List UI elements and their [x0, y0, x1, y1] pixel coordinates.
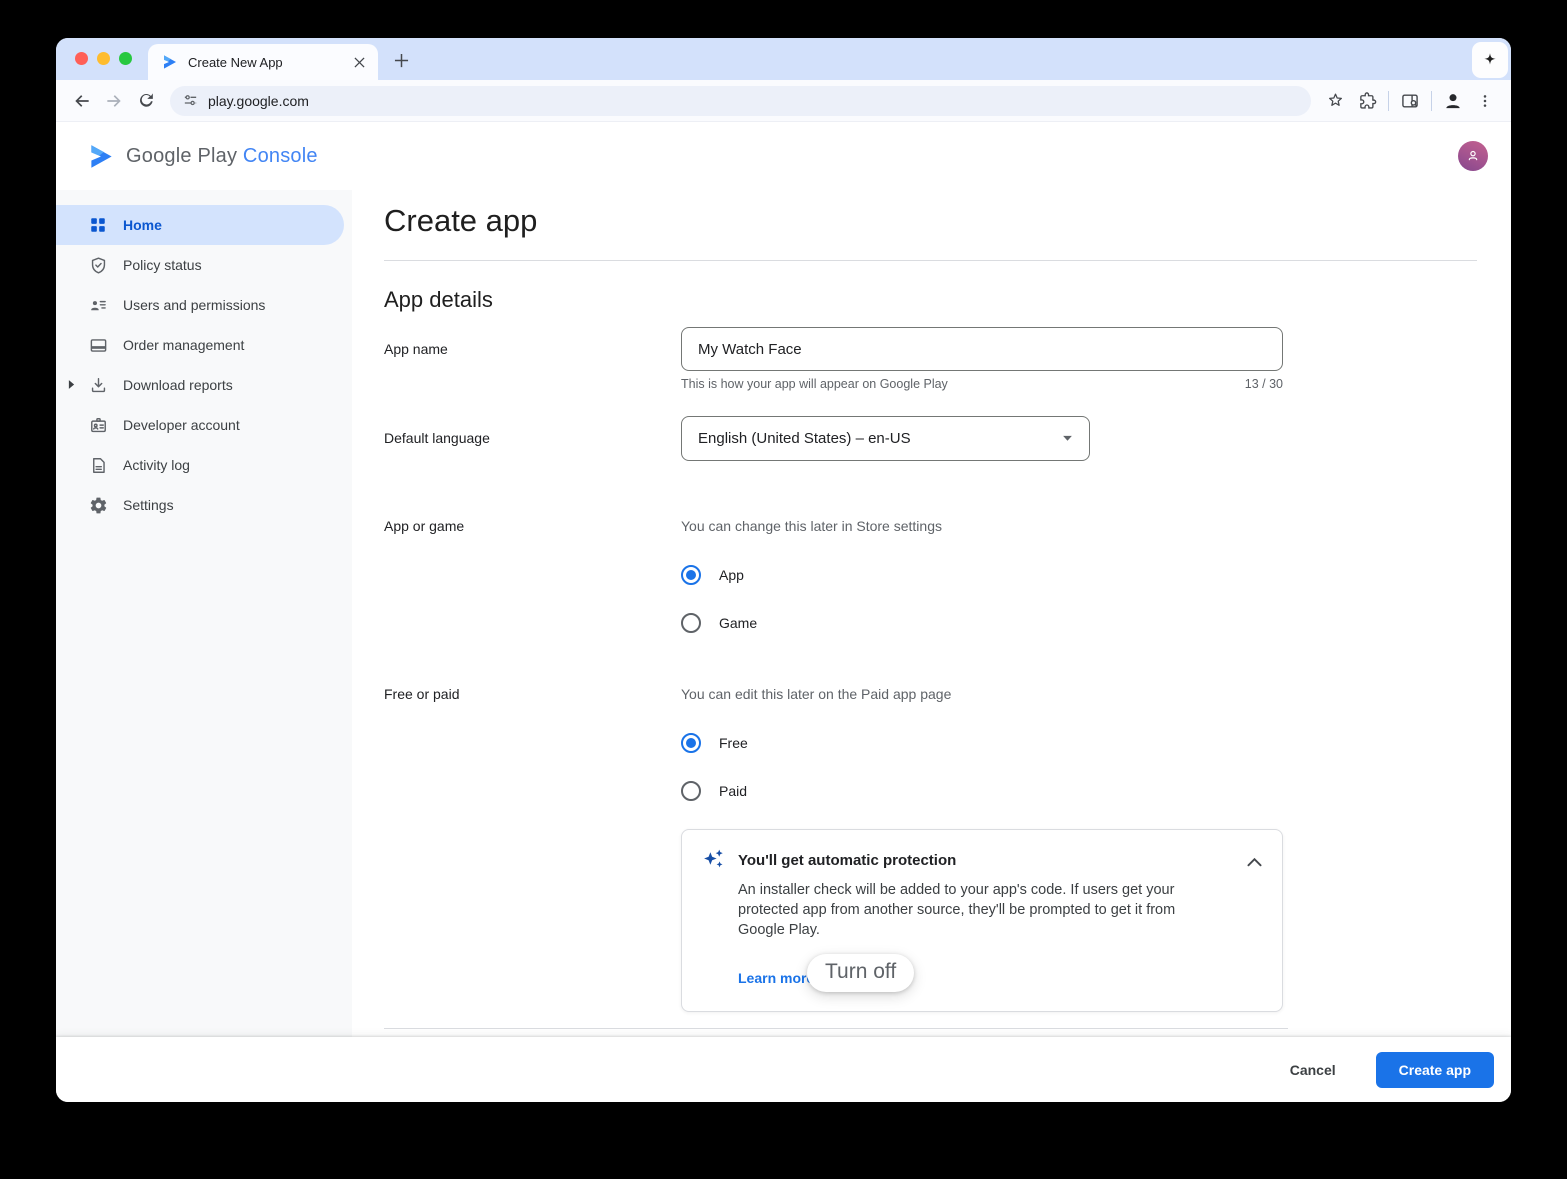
radio-free-label: Free: [719, 735, 748, 751]
id-badge-icon: [88, 415, 108, 435]
sidebar-item-label: Activity log: [123, 457, 190, 473]
default-language-label: Default language: [384, 430, 490, 446]
radio-option-free[interactable]: Free: [681, 729, 748, 757]
divider: [384, 260, 1477, 261]
chevron-up-icon[interactable]: [1242, 850, 1266, 874]
section-title: App details: [384, 287, 493, 313]
sidebar-item-label: Developer account: [123, 417, 240, 433]
play-console-logo[interactable]: Google Play Console: [88, 143, 318, 170]
sidebar-item-label: Policy status: [123, 257, 202, 273]
page-title: Create app: [384, 203, 537, 239]
radio-option-game[interactable]: Game: [681, 609, 757, 637]
extensions-icon[interactable]: [1351, 85, 1383, 117]
default-language-select[interactable]: English (United States) – en-US: [681, 416, 1090, 461]
gear-icon: [88, 495, 108, 515]
sidebar-item-order-management[interactable]: Order management: [56, 325, 344, 365]
side-panel-search-icon[interactable]: [1394, 85, 1426, 117]
turn-off-button[interactable]: Turn off: [807, 954, 914, 992]
sidebar: Home Policy status: [56, 190, 352, 1037]
divider: [384, 1028, 1288, 1029]
free-or-paid-hint: You can edit this later on the Paid app …: [681, 686, 951, 702]
bookmark-star-icon[interactable]: [1319, 85, 1351, 117]
app-name-label: App name: [384, 341, 448, 357]
sidebar-item-home[interactable]: Home: [56, 205, 344, 245]
radio-app-selected[interactable]: [681, 565, 701, 585]
radio-game[interactable]: [681, 613, 701, 633]
sparkle-icon[interactable]: [1472, 42, 1508, 78]
tab-title: Create New App: [188, 55, 350, 70]
browser-tab[interactable]: Create New App: [148, 44, 378, 80]
brand-console: Console: [243, 145, 318, 167]
new-tab-button[interactable]: [390, 49, 412, 71]
radio-option-app[interactable]: App: [681, 561, 744, 589]
cancel-button[interactable]: Cancel: [1280, 1054, 1346, 1086]
forward-icon[interactable]: [98, 85, 130, 117]
url-text: play.google.com: [208, 93, 309, 109]
back-icon[interactable]: [66, 85, 98, 117]
expand-caret-icon[interactable]: [68, 379, 75, 390]
profile-icon[interactable]: [1437, 85, 1469, 117]
sidebar-item-label: Users and permissions: [123, 297, 265, 313]
shield-check-icon: [88, 255, 108, 275]
browser-window: Create New App: [56, 38, 1511, 1102]
toolbar-divider: [1431, 91, 1432, 111]
tab-close-icon[interactable]: [350, 53, 368, 71]
url-bar[interactable]: play.google.com: [170, 86, 1311, 116]
sidebar-item-label: Download reports: [123, 377, 233, 393]
default-language-value: English (United States) – en-US: [698, 430, 911, 447]
footer-action-bar: Cancel Create app: [56, 1037, 1511, 1102]
sidebar-item-label: Home: [123, 217, 162, 233]
tab-strip: Create New App: [56, 38, 1511, 80]
play-console-favicon: [162, 54, 178, 70]
toolbar-divider: [1388, 91, 1389, 111]
credit-card-icon: [88, 335, 108, 355]
free-or-paid-label: Free or paid: [384, 686, 459, 702]
download-icon: [88, 375, 108, 395]
radio-paid-label: Paid: [719, 783, 747, 799]
brand-google-play: Google Play: [126, 145, 237, 167]
console-header: Google Play Console: [56, 122, 1511, 190]
auto-awesome-icon: [701, 847, 726, 872]
account-avatar[interactable]: [1458, 141, 1488, 171]
browser-menu-icon[interactable]: [1469, 85, 1501, 117]
sidebar-item-developer-account[interactable]: Developer account: [56, 405, 344, 445]
chevron-down-icon: [1062, 435, 1073, 442]
users-icon: [88, 295, 108, 315]
browser-toolbar: play.google.com: [56, 80, 1511, 122]
radio-game-label: Game: [719, 615, 757, 631]
create-app-button[interactable]: Create app: [1376, 1052, 1494, 1088]
radio-option-paid[interactable]: Paid: [681, 777, 747, 805]
protection-card-body: An installer check will be added to your…: [738, 880, 1216, 940]
app-name-input[interactable]: [681, 327, 1283, 371]
macos-minimize-button[interactable]: [97, 52, 110, 65]
app-name-helper: This is how your app will appear on Goog…: [681, 377, 948, 391]
radio-free-selected[interactable]: [681, 733, 701, 753]
automatic-protection-card: You'll get automatic protection An insta…: [681, 829, 1283, 1012]
sidebar-item-settings[interactable]: Settings: [56, 485, 344, 525]
macos-close-button[interactable]: [75, 52, 88, 65]
home-grid-icon: [88, 215, 108, 235]
sidebar-item-download-reports[interactable]: Download reports: [56, 365, 344, 405]
window-controls: [75, 52, 132, 65]
app-or-game-hint: You can change this later in Store setti…: [681, 518, 942, 534]
app-name-char-counter: 13 / 30: [1245, 377, 1283, 391]
sidebar-item-label: Settings: [123, 497, 174, 513]
app-or-game-label: App or game: [384, 518, 464, 534]
sidebar-item-policy-status[interactable]: Policy status: [56, 245, 344, 285]
sidebar-item-label: Order management: [123, 337, 244, 353]
sidebar-item-activity-log[interactable]: Activity log: [56, 445, 344, 485]
sidebar-item-users-permissions[interactable]: Users and permissions: [56, 285, 344, 325]
macos-zoom-button[interactable]: [119, 52, 132, 65]
radio-paid[interactable]: [681, 781, 701, 801]
site-settings-icon[interactable]: [182, 92, 199, 109]
protection-card-title: You'll get automatic protection: [738, 852, 956, 869]
reload-icon[interactable]: [130, 85, 162, 117]
radio-app-label: App: [719, 567, 744, 583]
learn-more-link[interactable]: Learn more: [738, 970, 814, 986]
main-content: Create app App details App name This is …: [352, 190, 1511, 1037]
document-icon: [88, 455, 108, 475]
